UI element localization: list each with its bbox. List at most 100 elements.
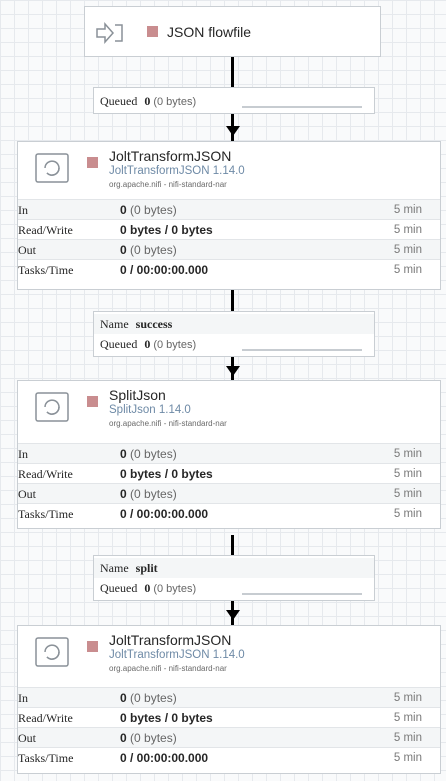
- input-port[interactable]: JSON flowfile: [84, 6, 381, 57]
- processor-type: SplitJson 1.14.0: [109, 404, 191, 416]
- processor-name: SplitJson: [109, 387, 166, 403]
- processor-name: JoltTransformJSON: [109, 632, 232, 648]
- processor-jolttransformjson[interactable]: JoltTransformJSON JoltTransformJSON 1.14…: [17, 141, 441, 290]
- stats-row-readwrite: Read/Write 0 bytes / 0 bytes 5 min: [18, 463, 440, 483]
- input-port-name: JSON flowfile: [167, 24, 252, 40]
- stats-row-tasks: Tasks/Time 0 / 00:00:00.000 5 min: [18, 503, 440, 523]
- arrow-down-icon: [226, 610, 240, 620]
- out-count: 0: [120, 243, 127, 257]
- tasks-value: 0 / 00:00:00.000: [120, 507, 209, 521]
- stats-row-tasks: Tasks/Time 0 / 00:00:00.000 5 min: [18, 747, 440, 767]
- stats-row-readwrite: Read/Write 0 bytes / 0 bytes 5 min: [18, 219, 440, 239]
- tasks-value: 0 / 00:00:00.000: [120, 263, 209, 277]
- queued-key: Queued: [100, 94, 138, 108]
- stats-time: 5 min: [393, 244, 422, 256]
- stopped-status-icon: [87, 396, 98, 407]
- stats-time: 5 min: [393, 732, 422, 744]
- stats-label: Read/Write: [18, 467, 73, 481]
- stats-row-out: Out 0 (0 bytes) 5 min: [18, 727, 440, 747]
- stats-row-tasks: Tasks/Time 0 / 00:00:00.000 5 min: [18, 259, 440, 279]
- queued-row: Queued 0 (0 bytes): [94, 578, 374, 598]
- arrow-down-icon: [226, 126, 240, 136]
- stats-row-in: In 0 (0 bytes) 5 min: [18, 199, 440, 219]
- stats-row-in: In 0 (0 bytes) 5 min: [18, 687, 440, 707]
- stats-value: 0 / 00:00:00.000: [120, 504, 208, 524]
- name-row: Name split: [94, 558, 374, 578]
- stats-label: Read/Write: [18, 711, 73, 725]
- connection-name: success: [135, 317, 173, 331]
- processor-bundle: org.apache.nifi - nifi-standard-nar: [109, 419, 227, 428]
- processor-icon: [35, 153, 69, 183]
- queued-key: Queued: [100, 337, 138, 351]
- stats-value: 0 (0 bytes): [120, 240, 177, 260]
- stats-value: 0 / 00:00:00.000: [120, 748, 208, 768]
- in-count: 0: [120, 203, 127, 217]
- stats-label: Tasks/Time: [18, 507, 74, 521]
- input-port-icon: [96, 22, 123, 44]
- rw-value: 0 bytes / 0 bytes: [120, 711, 213, 725]
- queued-row: Queued 0 (0 bytes): [94, 334, 374, 354]
- out-size: (0 bytes): [130, 731, 177, 745]
- rw-value: 0 bytes / 0 bytes: [120, 223, 213, 237]
- processor-icon: [35, 392, 69, 422]
- queued-row: Queued 0 (0 bytes): [94, 91, 374, 111]
- stats-value: 0 bytes / 0 bytes: [120, 220, 213, 240]
- queued-count: 0: [144, 94, 151, 108]
- stats-time: 5 min: [393, 204, 422, 216]
- stats-value: 0 / 00:00:00.000: [120, 260, 208, 280]
- processor-jolttransformjson[interactable]: JoltTransformJSON JoltTransformJSON 1.14…: [17, 625, 441, 774]
- processor-name: JoltTransformJSON: [109, 148, 232, 164]
- processor-type: JoltTransformJSON 1.14.0: [109, 649, 245, 661]
- stats-label: Out: [18, 731, 36, 745]
- stats-label: Tasks/Time: [18, 263, 74, 277]
- stopped-status-icon: [147, 26, 158, 37]
- processor-splitjson[interactable]: SplitJson SplitJson 1.14.0 org.apache.ni…: [17, 380, 441, 529]
- stats-value: 0 (0 bytes): [120, 688, 177, 708]
- connection-label[interactable]: Name split Queued 0 (0 bytes): [93, 555, 375, 601]
- stats-value: 0 (0 bytes): [120, 484, 177, 504]
- out-count: 0: [120, 487, 127, 501]
- stats-value: 0 (0 bytes): [120, 444, 177, 464]
- stats-label: In: [18, 203, 28, 217]
- stats-label: Read/Write: [18, 223, 73, 237]
- stats-row-out: Out 0 (0 bytes) 5 min: [18, 483, 440, 503]
- stats-label: Out: [18, 243, 36, 257]
- stats-time: 5 min: [393, 712, 422, 724]
- queued-key: Queued: [100, 581, 138, 595]
- stats-time: 5 min: [393, 752, 422, 764]
- stats-time: 5 min: [393, 488, 422, 500]
- stopped-status-icon: [87, 641, 98, 652]
- in-size: (0 bytes): [130, 447, 177, 461]
- stats-time: 5 min: [393, 264, 422, 276]
- stats-value: 0 bytes / 0 bytes: [120, 708, 213, 728]
- rw-value: 0 bytes / 0 bytes: [120, 467, 213, 481]
- stats-label: In: [18, 447, 28, 461]
- out-count: 0: [120, 731, 127, 745]
- name-key: Name: [100, 317, 129, 331]
- stats-row-in: In 0 (0 bytes) 5 min: [18, 443, 440, 463]
- processor-type: JoltTransformJSON 1.14.0: [109, 165, 245, 177]
- stats-value: 0 bytes / 0 bytes: [120, 464, 213, 484]
- queued-count: 0: [144, 337, 151, 351]
- connection-label[interactable]: Name success Queued 0 (0 bytes): [93, 311, 375, 357]
- out-size: (0 bytes): [130, 243, 177, 257]
- in-count: 0: [120, 691, 127, 705]
- queued-size: (0 bytes): [153, 339, 197, 351]
- processor-icon: [35, 637, 69, 667]
- stats-time: 5 min: [393, 468, 422, 480]
- stats-label: Out: [18, 487, 36, 501]
- arrow-down-icon: [226, 366, 240, 376]
- name-row: Name success: [94, 314, 374, 334]
- queue-progress-bar: [242, 593, 362, 595]
- queued-size: (0 bytes): [153, 583, 197, 595]
- stats-label: Tasks/Time: [18, 751, 74, 765]
- connection-label[interactable]: Queued 0 (0 bytes): [93, 87, 375, 114]
- stats-row-out: Out 0 (0 bytes) 5 min: [18, 239, 440, 259]
- in-size: (0 bytes): [130, 691, 177, 705]
- in-count: 0: [120, 447, 127, 461]
- stats-time: 5 min: [393, 224, 422, 236]
- stats-time: 5 min: [393, 448, 422, 460]
- tasks-value: 0 / 00:00:00.000: [120, 751, 209, 765]
- processor-bundle: org.apache.nifi - nifi-standard-nar: [109, 180, 227, 189]
- stats-label: In: [18, 691, 28, 705]
